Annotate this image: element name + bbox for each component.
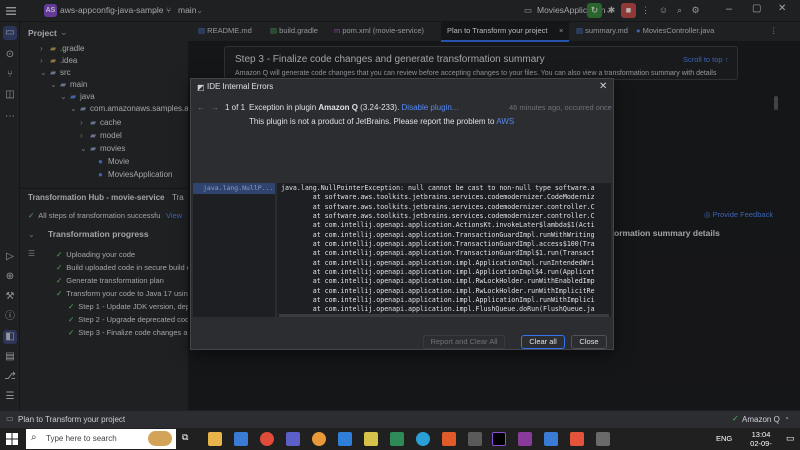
outlook-icon[interactable]	[234, 432, 248, 446]
clock-date[interactable]: 02-09-2024	[744, 439, 778, 450]
ide-errors-dialog: ◩ IDE Internal Errors ✕ ← → 1 of 1 Excep…	[190, 78, 614, 350]
stacktrace-line: at com.intellij.openapi.application.Acti…	[281, 221, 595, 230]
app-icon[interactable]	[596, 432, 610, 446]
status-left-text[interactable]: Plan to Transform your project	[18, 415, 125, 424]
jetbrains-icon: ◩	[197, 83, 205, 92]
disable-plugin-link[interactable]: Disable plugin...	[402, 103, 459, 112]
language-indicator[interactable]: ENG	[716, 434, 732, 443]
error-list: java.lang.NullP...	[193, 183, 275, 317]
chrome-icon[interactable]	[260, 432, 274, 446]
taskbar-search-box[interactable]: ⌕ Type here to search	[26, 429, 176, 449]
amazon-q-icon[interactable]: ✓	[732, 414, 739, 423]
stacktrace-line: at com.intellij.openapi.application.Tran…	[281, 249, 595, 258]
plugin-name: Amazon Q	[318, 103, 358, 112]
search-highlight-icon	[148, 431, 172, 446]
report-and-clear-all-button[interactable]: Report and Clear All	[423, 335, 505, 349]
app-icon[interactable]	[364, 432, 378, 446]
error-message: Exception in plugin Amazon Q (3.24-233).…	[249, 103, 459, 112]
stacktrace-line: at software.aws.toolkits.jetbrains.servi…	[281, 202, 595, 211]
chrome-alt-icon[interactable]	[312, 432, 326, 446]
windows-start-icon[interactable]	[6, 433, 18, 445]
status-bar: ▭ Plan to Transform your project ✓ Amazo…	[0, 410, 800, 428]
plugin-notice: This plugin is not a product of JetBrain…	[249, 117, 515, 126]
arrow-right-icon[interactable]: →	[211, 103, 219, 112]
onenote-icon[interactable]	[518, 432, 532, 446]
close-button[interactable]: Close	[571, 335, 607, 349]
amazon-q-status[interactable]: Amazon Q	[742, 415, 780, 424]
error-list-item[interactable]: java.lang.NullP...	[193, 183, 275, 194]
clear-all-button[interactable]: Clear all	[521, 335, 565, 349]
report-aws-link[interactable]: AWS	[496, 117, 514, 126]
edge-icon[interactable]	[416, 432, 430, 446]
stacktrace-line: at com.intellij.openapi.application.Tran…	[281, 240, 595, 249]
git-app-icon[interactable]	[442, 432, 456, 446]
close-icon[interactable]: ✕	[599, 81, 607, 92]
stacktrace-line: at com.intellij.openapi.application.impl…	[281, 268, 595, 277]
file-explorer-icon[interactable]	[208, 432, 222, 446]
notification-center-icon[interactable]: ▭	[786, 433, 795, 444]
status-icon: ▭	[6, 414, 14, 423]
error-counter: 1 of 1	[225, 103, 246, 112]
excel-icon[interactable]	[390, 432, 404, 446]
stacktrace-line: java.lang.NullPointerException: null can…	[281, 184, 595, 192]
time-ago: 46 minutes ago, occurred once	[509, 103, 612, 112]
arrow-left-icon[interactable]: ←	[197, 103, 205, 112]
clock-time[interactable]: 13:04	[744, 430, 778, 439]
taskbar-search-input[interactable]: Type here to search	[46, 434, 117, 443]
stacktrace-line: at software.aws.toolkits.jetbrains.servi…	[281, 212, 595, 221]
app-icon[interactable]	[570, 432, 584, 446]
stacktrace-line: at software.aws.toolkits.jetbrains.servi…	[281, 193, 595, 202]
app-icon[interactable]	[468, 432, 482, 446]
notifications-icon[interactable]: ◔	[784, 414, 789, 423]
word-icon[interactable]	[544, 432, 558, 446]
task-view-icon[interactable]: ⧉	[182, 432, 196, 446]
horizontal-scrollbar[interactable]	[279, 314, 609, 317]
teams-icon[interactable]	[286, 432, 300, 446]
stacktrace-line: at com.intellij.openapi.application.impl…	[281, 286, 595, 295]
intellij-icon[interactable]	[492, 432, 506, 446]
vscode-icon[interactable]	[338, 432, 352, 446]
stacktrace-line: at com.intellij.openapi.application.Tran…	[281, 230, 595, 239]
stacktrace-line: at com.intellij.openapi.application.impl…	[281, 277, 595, 286]
dialog-title: IDE Internal Errors	[207, 82, 274, 91]
stacktrace-line: at com.intellij.openapi.application.impl…	[281, 296, 595, 305]
stacktrace-panel[interactable]: java.lang.NullPointerException: null can…	[277, 183, 611, 317]
search-icon: ⌕	[31, 432, 37, 443]
stacktrace-line: at com.intellij.openapi.application.impl…	[281, 258, 595, 267]
windows-taskbar: ⌕ Type here to search ⧉ ENG 13:04 02-09-…	[0, 428, 800, 450]
stacktrace-text: java.lang.NullPointerException: null can…	[281, 184, 595, 317]
